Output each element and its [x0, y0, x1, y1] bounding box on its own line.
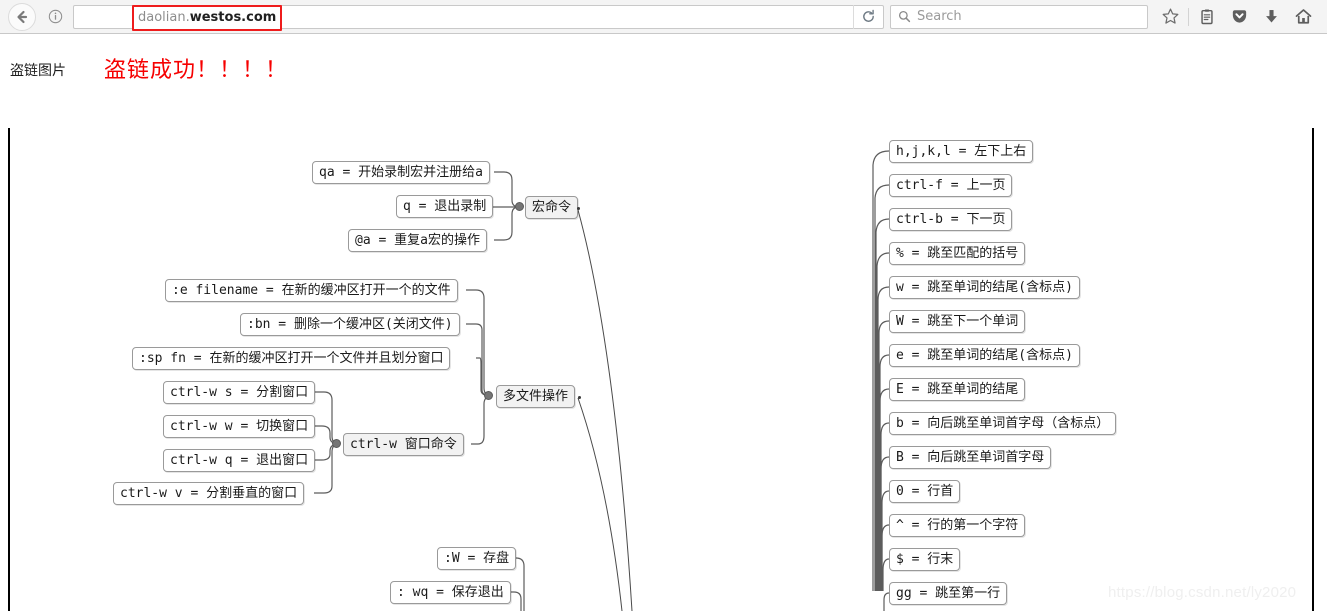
mindmap-node: B = 向后跳至单词首字母 [889, 446, 1052, 469]
pocket-glyph [1232, 10, 1246, 23]
mindmap-node: @a = 重复a宏的操作 [348, 229, 487, 252]
mindmap-node: h,j,k,l = 左下上右 [889, 140, 1034, 163]
url-prefix: daolian. [138, 10, 190, 25]
mindmap-node: b = 向后跳至单词首字母（含标点） [889, 412, 1117, 435]
pocket-icon[interactable] [1223, 3, 1255, 31]
url-bar[interactable]: daolian.westos.com [73, 4, 884, 31]
mindmap-node: ctrl-w s = 分割窗口 [163, 381, 316, 404]
page-header: 盗链图片 盗链成功！！！！ [0, 34, 1327, 108]
bookmark-star-icon[interactable] [1154, 3, 1186, 31]
home-icon[interactable] [1287, 3, 1319, 31]
browser-toolbar: daolian.westos.com Search [0, 0, 1327, 34]
hotlink-label: 盗链图片 [10, 63, 66, 79]
mindmap-node: :e filename = 在新的缓冲区打开一个的文件 [165, 279, 458, 302]
search-placeholder: Search [917, 9, 962, 24]
library-glyph [1201, 8, 1213, 24]
mindmap-node: ctrl-w q = 退出窗口 [163, 449, 316, 472]
mindmap-node: 0 = 行首 [889, 480, 961, 503]
url-highlight-box[interactable]: daolian.westos.com [132, 4, 283, 31]
mindmap-branch-multifile: 多文件操作 [496, 385, 576, 408]
mindmap-branch-macro: 宏命令 [525, 196, 579, 219]
mindmap-node-tip [578, 396, 581, 399]
mindmap-node: : wq = 保存退出 [390, 581, 511, 604]
mindmap-node: w = 跳至单词的结尾(含标点) [889, 276, 1080, 299]
csdn-watermark: https://blog.csdn.net/ly2020 [1108, 584, 1297, 601]
mindmap-bullet [332, 439, 341, 448]
mindmap-node: E = 跳至单词的结尾 [889, 378, 1026, 401]
toolbar-icon-group [1154, 3, 1327, 31]
reload-button[interactable] [853, 4, 883, 29]
mindmap-node: gg = 跳至第一行 [889, 582, 1008, 605]
site-info-icon[interactable] [41, 3, 69, 31]
info-circle-icon [48, 9, 62, 24]
search-icon [898, 10, 911, 23]
mindmap-node: e = 跳至单词的结尾(含标点) [889, 344, 1080, 367]
mindmap-node: ctrl-w w = 切换窗口 [163, 415, 316, 438]
download-arrow-glyph [1265, 10, 1277, 23]
mindmap-node: $ = 行末 [889, 548, 961, 571]
toolbar-divider [1188, 7, 1189, 26]
mindmap-node: ^ = 行的第一个字符 [889, 514, 1026, 537]
mindmap-bullet [515, 202, 524, 211]
home-glyph [1295, 9, 1311, 24]
mindmap-node: :W = 存盘 [437, 547, 517, 570]
downloads-icon[interactable] [1255, 3, 1287, 31]
mindmap-right-border [1312, 128, 1314, 611]
mindmap-branch-window-cmd: ctrl-w 窗口命令 [343, 433, 464, 456]
mindmap-node: qa = 开始录制宏并注册给a [312, 161, 490, 184]
url-domain: westos.com [189, 10, 277, 25]
mindmap-node: ctrl-b = 下一页 [889, 208, 1013, 231]
back-arrow-icon [17, 10, 28, 23]
search-input[interactable]: Search [890, 4, 1148, 29]
mindmap-node: ctrl-f = 上一页 [889, 174, 1013, 197]
library-icon[interactable] [1191, 3, 1223, 31]
mindmap-image: qa = 开始录制宏并注册给a q = 退出录制 @a = 重复a宏的操作 宏命… [0, 120, 1327, 611]
mindmap-bullet [484, 391, 493, 400]
reload-icon [863, 9, 874, 22]
mindmap-node: ctrl-w v = 分割垂直的窗口 [113, 482, 305, 505]
mindmap-node-tip [577, 207, 580, 210]
mindmap-left-border [8, 128, 10, 611]
hotlink-success-text: 盗链成功！！！！ [104, 58, 289, 83]
mindmap-node: % = 跳至匹配的括号 [889, 242, 1026, 265]
mindmap-node: :bn = 删除一个缓冲区(关闭文件) [240, 313, 460, 336]
mindmap-node: :sp fn = 在新的缓冲区打开一个文件并且划分窗口 [132, 347, 451, 370]
star-glyph [1162, 8, 1178, 24]
mindmap-node: W = 跳至下一个单词 [889, 310, 1026, 333]
url-text: daolian.westos.com [138, 10, 276, 25]
mindmap-node: q = 退出录制 [396, 195, 494, 218]
back-button[interactable] [8, 2, 36, 31]
